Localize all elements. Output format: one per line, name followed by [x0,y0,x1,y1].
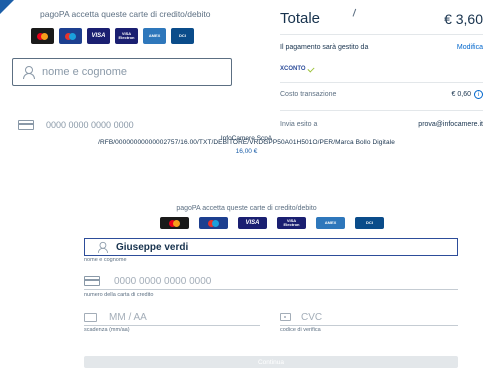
card-number-placeholder: 0000 0000 0000 0000 [114,275,212,287]
divider [280,110,483,111]
amex-icon: AMEX [143,28,166,44]
mastercard-icon [31,28,54,44]
maestro-icon [199,217,228,229]
card-entry-form: InfoCamere ScpA /RFB/00000000000002757/1… [0,135,493,368]
receipt-row: Invia esito a prova@infocamere.it [280,121,483,128]
fee-value: € 0,60 [451,91,471,98]
person-icon [97,241,109,253]
payment-summary-panel: Totale € 3,60 Il pagamento sarà gestito … [270,0,493,150]
lock-icon [280,313,291,321]
background-payment-page: pagoPA accetta queste carte di credito/d… [0,0,493,150]
fee-value-wrap: € 0,60 i [452,90,483,99]
card-number-input[interactable]: 0000 0000 0000 0000 [84,273,458,290]
accepted-cards-row: VISA VISA Electron AMEX DCI [31,28,194,44]
card-number-caption: numero della carta di credito [84,292,154,298]
diners-icon: DCI [355,217,384,229]
info-icon[interactable]: i [474,90,483,99]
visa-icon: VISA [238,217,267,229]
mastercard-icon [160,217,189,229]
psp-row: Il pagamento sarà gestito da Modifica [280,44,483,51]
expiry-placeholder: MM / AA [109,311,147,323]
name-caption: nome e cognome [84,257,127,263]
visa-electron-icon: VISA Electron [115,28,138,44]
receipt-label: Invia esito a [280,121,318,128]
calendar-icon [84,312,97,322]
fee-label: Costo transazione [280,91,337,98]
payment-reference: /RFB/00000000000002757/16.00/TXT/DEBITOR… [98,139,395,146]
visa-icon: VISA [87,28,110,44]
accepted-cards-row: VISA VISA Electron AMEX DCI [160,217,384,229]
total-value: € 3,60 [444,10,483,27]
fee-row: Costo transazione € 0,60 i [280,90,483,99]
visa-electron-icon: VISA Electron [277,217,306,229]
name-value: Giuseppe verdi [116,241,189,253]
managed-by-label: Il pagamento sarà gestito da [280,44,369,51]
cvc-placeholder: CVC [301,311,323,323]
credit-card-icon [84,276,100,286]
amex-icon: AMEX [316,217,345,229]
divider [280,82,483,83]
payment-amount: 16,00 € [235,148,258,155]
accepted-cards-text: pagoPA accetta queste carte di credito/d… [40,9,211,19]
modify-link[interactable]: Modifica [457,44,483,51]
person-icon [23,66,35,79]
divider [280,34,483,35]
back-arrow-icon[interactable] [0,0,14,14]
expiry-caption: scadenza (mm/aa) [84,327,130,333]
maestro-icon [59,28,82,44]
name-input-background[interactable]: nome e cognome [12,58,232,86]
total-label: Totale [280,10,321,27]
diners-icon: DCI [171,28,194,44]
psp-logo-row: XCONTO [280,65,483,73]
total-row: Totale € 3,60 [280,10,483,27]
name-placeholder: nome e cognome [42,66,127,78]
receipt-email: prova@infocamere.it [418,121,483,128]
name-input[interactable]: Giuseppe verdi [84,238,458,256]
card-number-placeholder: 0000 0000 0000 0000 [46,120,134,130]
expiry-input[interactable]: MM / AA [84,309,260,326]
psp-logo: XCONTO [280,65,315,73]
credit-card-icon [18,120,34,130]
accepted-cards-text: pagoPA accetta queste carte di credito/d… [176,205,317,212]
card-number-input-background[interactable]: 0000 0000 0000 0000 [18,120,134,130]
cvc-input[interactable]: CVC [280,309,458,326]
continue-button[interactable]: Continua [84,356,458,368]
card-form-background: pagoPA accetta queste carte di credito/d… [0,0,255,150]
cvc-caption: codice di verifica [280,327,321,333]
